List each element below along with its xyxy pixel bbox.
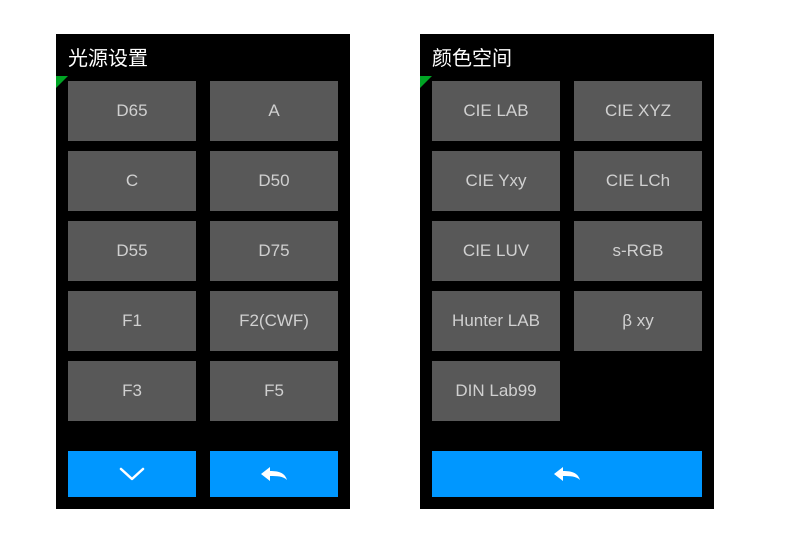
panel-title: 光源设置 [56, 34, 350, 81]
option-f3[interactable]: F3 [68, 361, 196, 421]
option-f5[interactable]: F5 [210, 361, 338, 421]
option-cie-yxy[interactable]: CIE Yxy [432, 151, 560, 211]
option-f1[interactable]: F1 [68, 291, 196, 351]
footer-bar [432, 451, 702, 497]
panel-light-source: 光源设置 D65 A C D50 D55 D75 F1 F2(CWF) F3 F… [56, 34, 350, 509]
selection-indicator [420, 76, 432, 88]
option-hunter-lab[interactable]: Hunter LAB [432, 291, 560, 351]
option-a[interactable]: A [210, 81, 338, 141]
option-grid: CIE LAB CIE XYZ CIE Yxy CIE LCh CIE LUV … [420, 81, 714, 421]
panel-color-space: 颜色空间 CIE LAB CIE XYZ CIE Yxy CIE LCh CIE… [420, 34, 714, 509]
selection-indicator [56, 76, 68, 88]
option-f2cwf[interactable]: F2(CWF) [210, 291, 338, 351]
option-grid: D65 A C D50 D55 D75 F1 F2(CWF) F3 F5 [56, 81, 350, 421]
option-din-lab99[interactable]: DIN Lab99 [432, 361, 560, 421]
back-button[interactable] [432, 451, 702, 497]
option-cie-lch[interactable]: CIE LCh [574, 151, 702, 211]
option-cie-xyz[interactable]: CIE XYZ [574, 81, 702, 141]
option-beta-xy[interactable]: β xy [574, 291, 702, 351]
back-button[interactable] [210, 451, 338, 497]
back-arrow-icon [550, 464, 584, 484]
option-d55[interactable]: D55 [68, 221, 196, 281]
option-cie-luv[interactable]: CIE LUV [432, 221, 560, 281]
option-d75[interactable]: D75 [210, 221, 338, 281]
chevron-down-icon [117, 465, 147, 483]
option-cie-lab[interactable]: CIE LAB [432, 81, 560, 141]
option-d50[interactable]: D50 [210, 151, 338, 211]
footer-bar [68, 451, 338, 497]
option-srgb[interactable]: s-RGB [574, 221, 702, 281]
option-d65[interactable]: D65 [68, 81, 196, 141]
option-c[interactable]: C [68, 151, 196, 211]
back-arrow-icon [257, 464, 291, 484]
page-down-button[interactable] [68, 451, 196, 497]
panel-title: 颜色空间 [420, 34, 714, 81]
